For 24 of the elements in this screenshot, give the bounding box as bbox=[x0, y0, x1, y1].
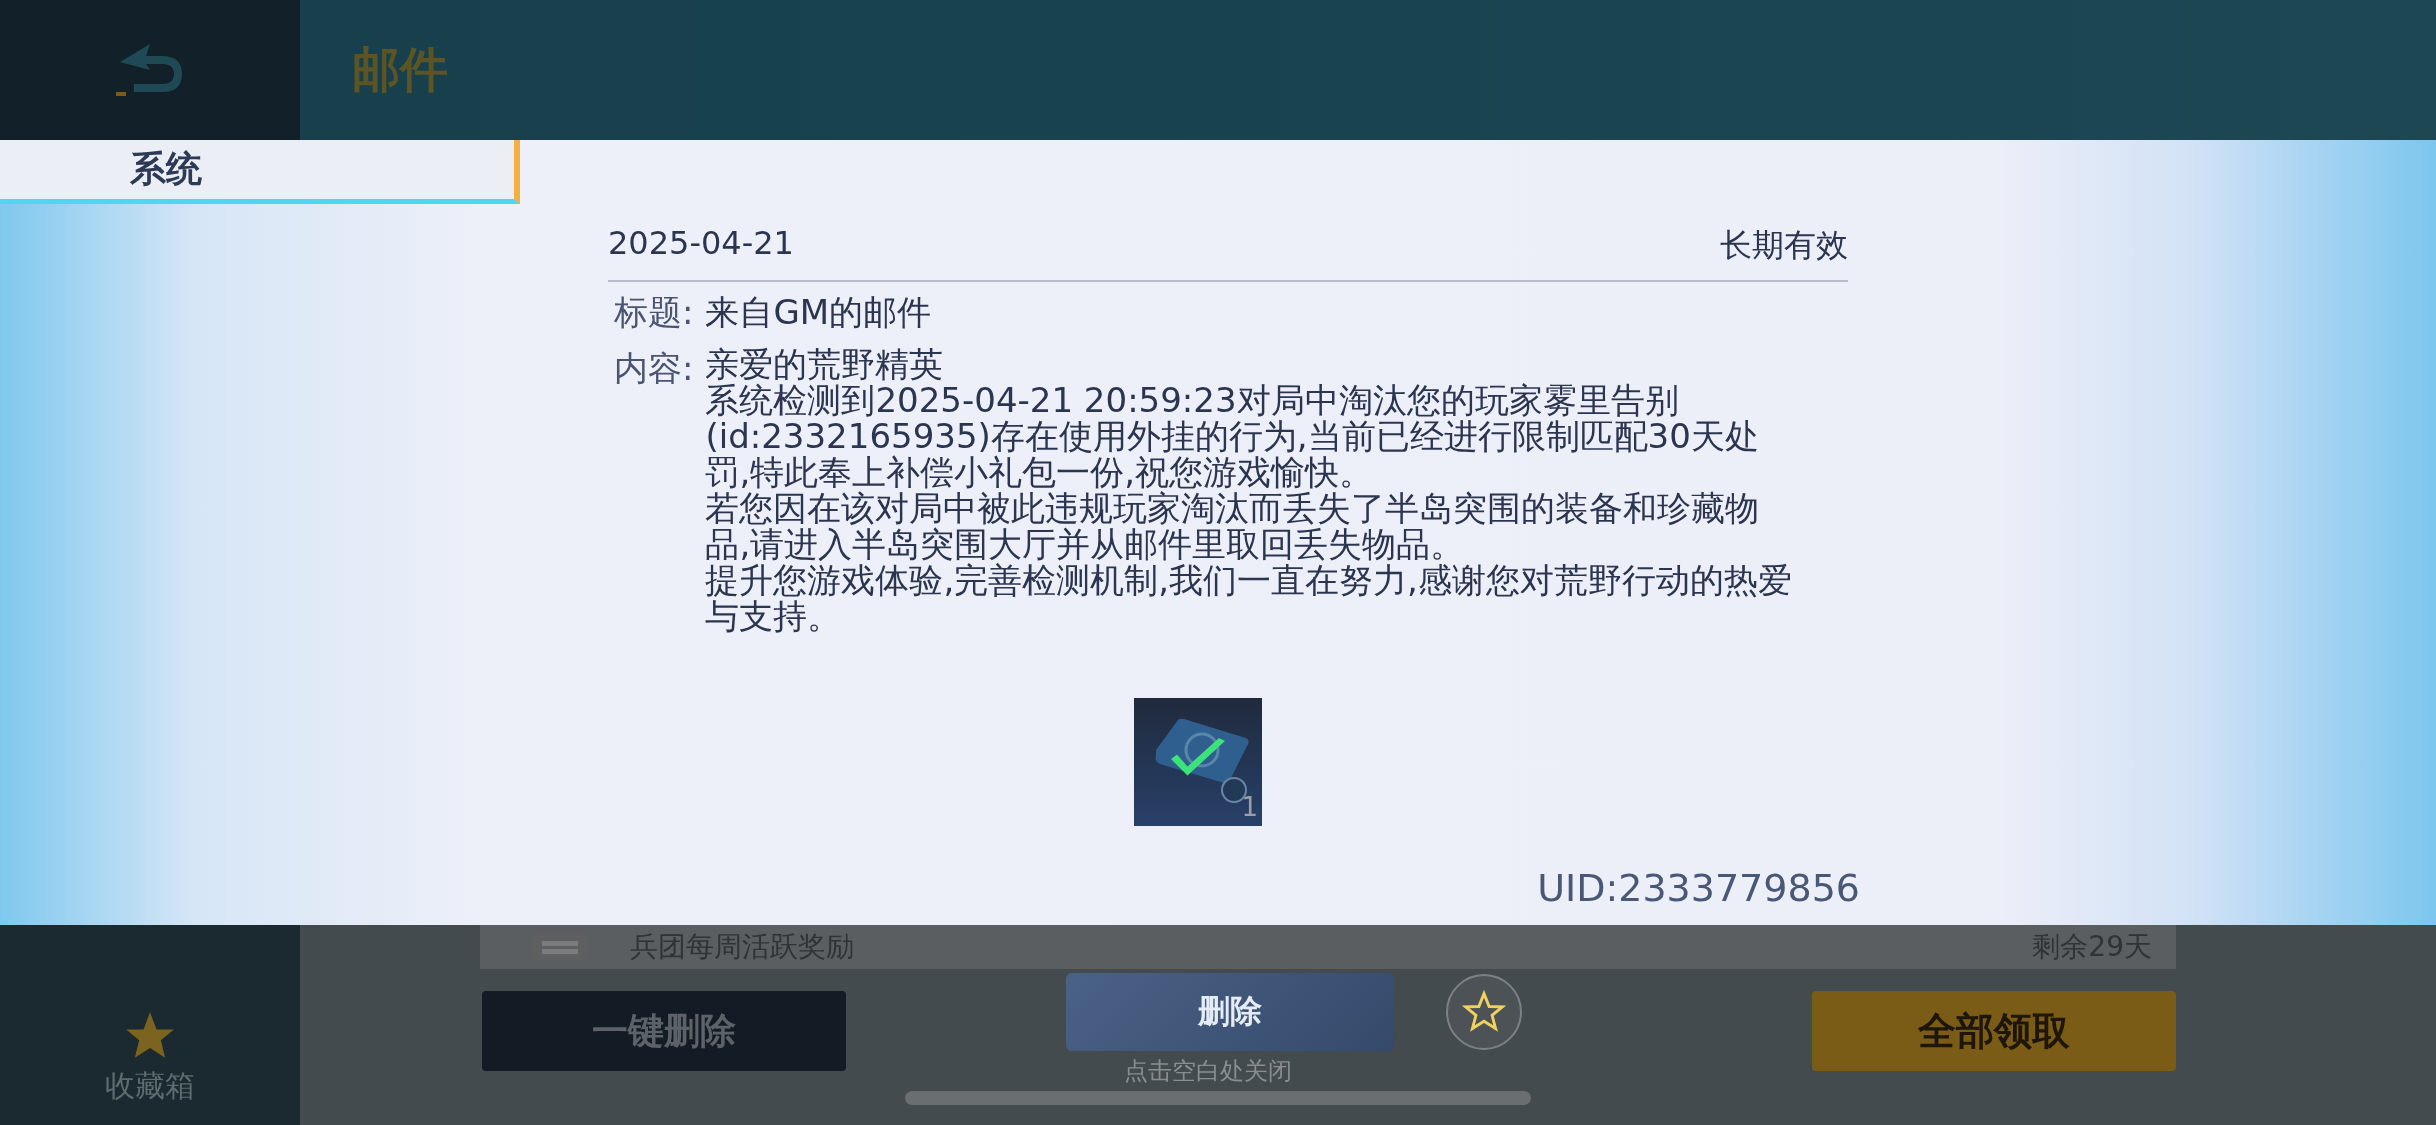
close-hint: 点击空白处关闭 bbox=[1124, 1056, 1293, 1087]
mail-date: 2025-04-21 bbox=[608, 224, 794, 264]
delete-all-button[interactable]: 一键删除 bbox=[482, 991, 846, 1071]
category-tab[interactable]: 系统 bbox=[0, 140, 520, 204]
mail-body-line: 亲爱的荒野精英 bbox=[705, 346, 945, 382]
mail-body-line: 提升您游戏体验,完善检测机制,我们一直在努力,感谢您对荒野行动的热爱 bbox=[705, 562, 1792, 598]
mail-body-line: 若您因在该对局中被此违规玩家淘汰而丢失了半岛突围的装备和珍藏物 bbox=[705, 490, 1761, 526]
subject-label: 标题: bbox=[614, 291, 694, 334]
page-title: 邮件 bbox=[352, 40, 448, 99]
mail-body-line: 品,请进入半岛突围大厅并从邮件里取回丢失物品。 bbox=[705, 526, 1465, 562]
item-count: 1 bbox=[1241, 792, 1258, 822]
delete-button[interactable]: 删除 bbox=[1066, 973, 1394, 1051]
favorites-button[interactable]: 收藏箱 bbox=[105, 1010, 195, 1107]
user-uid: UID:2333779856 bbox=[1537, 866, 1860, 910]
mail-subject: 来自GM的邮件 bbox=[705, 291, 932, 334]
mail-validity: 长期有效 bbox=[1720, 225, 1848, 266]
mail-body-line: 罚,特此奉上补偿小礼包一份,祝您游戏愉快。 bbox=[705, 454, 1374, 490]
star-icon bbox=[1462, 990, 1506, 1034]
claim-all-button[interactable]: 全部领取 bbox=[1812, 991, 2176, 1071]
mail-body-line: 与支持。 bbox=[705, 598, 843, 634]
mail-body-line: 系统检测到2025-04-21 20:59:23对局中淘汰您的玩家雾里告别 bbox=[705, 382, 1680, 418]
attachment-item[interactable]: 1 bbox=[1134, 698, 1262, 826]
mail-body-line: (id:2332165935)存在使用外挂的行为,当前已经进行限制匹配30天处 bbox=[705, 418, 1760, 454]
content-label: 内容: bbox=[614, 347, 694, 390]
